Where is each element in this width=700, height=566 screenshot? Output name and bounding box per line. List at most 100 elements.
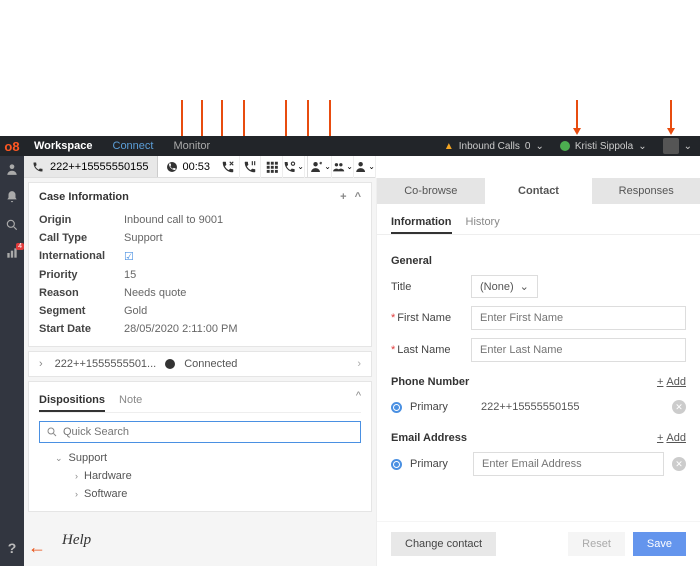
tree-support[interactable]: ⌄Support [39,449,361,467]
chevron-right-icon: › [357,358,361,370]
case-information-section: Case Information + ^ OriginInbound call … [28,182,372,347]
rail-badge: 4 [16,243,24,250]
tab-contact[interactable]: Contact [485,178,593,204]
lastname-input[interactable] [471,338,686,362]
phone-title: Phone Number [391,376,469,388]
firstname-label: *First Name [391,312,471,324]
radio-primary-phone[interactable] [391,402,402,413]
agent-status[interactable]: Kristi Sippola ⌄ [552,141,655,152]
conference-button[interactable]: ⌄ [332,156,354,178]
right-panel: Co-browse Contact Responses Information … [376,178,700,566]
phone-icon [166,161,178,173]
plus-icon[interactable]: + [340,191,346,203]
case-startdate-value: 28/05/2020 2:11:00 PM [124,323,238,335]
case-segment-value: Gold [124,305,147,317]
clear-email-icon[interactable]: ✕ [672,457,686,471]
person-arrow-icon [310,160,323,174]
rail-person-icon[interactable] [5,162,19,176]
logo-icon: o8 [0,139,24,154]
clear-phone-icon[interactable]: ✕ [672,400,686,414]
arrow-mainmenu [670,100,672,133]
agent-name: Kristi Sippola [575,141,633,152]
inbound-calls-status[interactable]: ▲ Inbound Calls 0 ⌄ [436,141,552,152]
case-priority-value: 15 [124,269,136,281]
collapse-icon[interactable]: ^ [356,390,361,412]
right-panel-footer: Change contact Reset Save [377,521,700,566]
tab-note[interactable]: Note [119,390,142,412]
chevron-right-icon: › [75,471,78,481]
help-button[interactable]: ? [8,540,17,566]
chevron-down-icon: ⌄ [297,162,304,171]
main-left-panel: Case Information + ^ OriginInbound call … [24,178,376,566]
record-button[interactable]: ⌄ [283,156,305,178]
general-title: General [391,255,686,267]
phone-x-icon [221,160,235,174]
save-button[interactable]: Save [633,532,686,556]
tab-cobrowse[interactable]: Co-browse [377,178,485,204]
rail-bell-icon[interactable] [5,190,19,204]
keypad-icon [265,160,279,174]
phone-value[interactable]: 222++15555550155 [473,396,664,418]
reset-button[interactable]: Reset [568,532,625,556]
phone-pause-icon [243,160,257,174]
subtab-history[interactable]: History [466,212,500,234]
radio-primary-email[interactable] [391,459,402,470]
case-international-label: International [39,250,124,263]
rail-search-icon[interactable] [5,218,19,232]
transfer-button[interactable]: ⌄ [310,156,332,178]
chevron-down-icon: ⌄ [324,162,331,171]
add-email-link[interactable]: +Add [657,432,686,444]
phone-icon [32,161,44,173]
case-title: Case Information [39,191,129,203]
case-international-check-icon[interactable]: ☑ [124,250,134,263]
chevron-down-icon: ⌄ [55,453,63,464]
phone-record-icon [283,160,296,174]
email-input[interactable] [473,452,664,476]
status-dot-icon [560,141,570,151]
arrow-help: ← [28,537,46,558]
chevron-right-icon: › [39,358,43,370]
rail-stats-icon[interactable]: 4 [5,246,19,260]
consultation-button[interactable]: ⌄ [354,156,376,178]
connected-status: Connected [184,358,237,370]
case-origin-label: Origin [39,214,124,226]
tree-software[interactable]: ›Software [39,485,361,503]
phone-icon [164,358,176,370]
subtab-information[interactable]: Information [391,212,452,234]
keypad-button[interactable] [261,156,283,178]
case-calltype-label: Call Type [39,232,124,244]
inbound-count: 0 [525,141,531,152]
case-reason-label: Reason [39,287,124,299]
chevron-down-icon: ⌄ [684,141,692,152]
tab-monitor[interactable]: Monitor [163,140,220,152]
tab-responses[interactable]: Responses [592,178,700,204]
primary-phone-label: Primary [410,401,465,413]
collapse-icon[interactable]: ^ [355,191,361,203]
tab-connect[interactable]: Connect [103,140,164,152]
search-input[interactable] [63,426,354,438]
hold-button[interactable] [240,156,262,178]
workspace-title: Workspace [24,140,103,152]
primary-email-label: Primary [410,458,465,470]
case-reason-value: Needs quote [124,287,186,299]
tab-dispositions[interactable]: Dispositions [39,390,105,412]
search-icon [46,426,58,438]
search-box[interactable] [39,421,361,443]
call-toolbar: 222++15555550155 00:53 ⌄ ⌄ ⌄ ⌄ [24,156,376,178]
change-contact-button[interactable]: Change contact [391,532,496,556]
people-icon [332,160,345,174]
active-call-chip[interactable]: 222++15555550155 [24,156,158,177]
inbound-label: Inbound Calls [459,141,520,152]
timer-value: 00:53 [183,161,211,173]
main-menu-button[interactable]: ⌄ [655,138,700,154]
add-phone-link[interactable]: +Add [657,376,686,388]
title-select[interactable]: (None) ⌄ [471,275,538,298]
connected-number: 222++1555555501... [55,358,157,370]
active-call-number: 222++15555550155 [50,161,149,173]
tree-hardware[interactable]: ›Hardware [39,467,361,485]
case-startdate-label: Start Date [39,323,124,335]
firstname-input[interactable] [471,306,686,330]
warning-icon: ▲ [444,141,454,152]
hangup-button[interactable] [218,156,240,178]
connected-bar[interactable]: › 222++1555555501... Connected › [28,351,372,377]
